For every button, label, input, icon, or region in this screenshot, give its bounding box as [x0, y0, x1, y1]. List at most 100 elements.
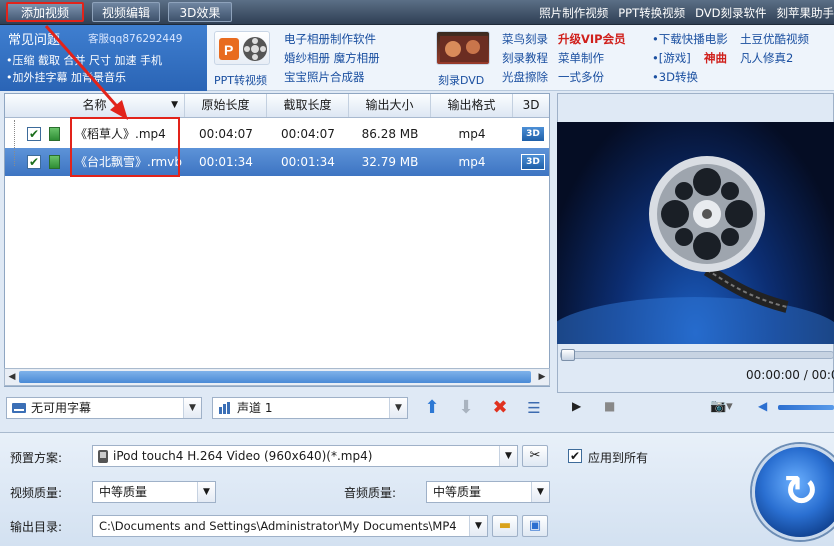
film-reel-icon — [545, 156, 834, 377]
apply-all-checkbox[interactable]: ✔ — [568, 449, 582, 463]
link-photo-video[interactable]: 照片制作视频 — [539, 5, 608, 21]
chevron-down-icon[interactable]: ▼ — [197, 482, 215, 502]
preset-label: 预置方案: — [10, 451, 63, 465]
audio-quality-label: 音频质量: — [344, 486, 397, 500]
chevron-down-icon[interactable]: ▼ — [389, 398, 407, 418]
output-size: 32.79 MB — [361, 155, 419, 169]
open-folder-icon[interactable]: ▣ — [522, 515, 548, 537]
col-cut-length[interactable]: 截取长度 — [267, 94, 349, 117]
video-quality-select[interactable]: 中等质量 ▼ — [92, 481, 216, 503]
link-disc-erase[interactable]: 光盘擦除 — [502, 69, 548, 85]
audio-track-select[interactable]: 声道 1 ▼ — [212, 397, 408, 419]
faq-line-1[interactable]: •压缩 截取 合并 尺寸 加速 手机 — [6, 52, 162, 68]
apply-all-label: 应用到所有 — [588, 451, 649, 465]
audio-bars-icon — [219, 402, 230, 414]
link-qvod-movie[interactable]: •下载快播电影 — [652, 31, 728, 47]
link-easy-burn[interactable]: 菜鸟刻录 — [502, 31, 548, 47]
file-icon — [49, 127, 60, 141]
seek-handle[interactable] — [561, 349, 575, 361]
video-edit-button[interactable]: 视频编辑 — [92, 2, 160, 22]
tree-line — [14, 120, 15, 166]
volume-slider[interactable] — [778, 405, 834, 410]
link-burn-tutorial[interactable]: 刻录教程 — [502, 50, 548, 66]
link-ppt-video[interactable]: PPT转换视频 — [618, 5, 685, 21]
output-size: 86.28 MB — [361, 127, 419, 141]
link-multi-copy[interactable]: 一式多份 — [558, 69, 604, 85]
subtitle-icon — [12, 403, 26, 413]
convert-arrow-icon: ↻ — [783, 466, 819, 515]
3d-badge-icon[interactable]: 3D — [521, 126, 545, 142]
link-shenqu[interactable]: 神曲 — [704, 50, 727, 66]
preset-value: iPod touch4 H.264 Video (960x640)(*.mp4) — [113, 449, 373, 463]
col-orig-length[interactable]: 原始长度 — [185, 94, 267, 117]
top-links: 照片制作视频 PPT转换视频 DVD刻录软件 刻苹果助手 — [529, 0, 834, 25]
output-format: mp4 — [458, 155, 486, 169]
link-tudou-youku[interactable]: 土豆优酷视频 — [740, 31, 809, 47]
link-apple-helper[interactable]: 刻苹果助手 — [777, 5, 834, 21]
audio-quality-select[interactable]: 中等质量 ▼ — [426, 481, 550, 503]
horizontal-scrollbar[interactable]: ◀ ▶ — [4, 368, 550, 386]
link-wedding-album[interactable]: 婚纱相册 魔方相册 — [284, 50, 380, 66]
time-readout: 00:00:00 / 00:0 — [746, 368, 834, 382]
subtitle-select[interactable]: 无可用字幕 ▼ — [6, 397, 202, 419]
link-ebook-album[interactable]: 电子相册制作软件 — [284, 31, 376, 47]
move-up-icon[interactable]: ⬆ — [421, 397, 443, 419]
add-video-button[interactable]: 添加视频 — [6, 2, 84, 22]
link-baby-photo[interactable]: 宝宝照片合成器 — [284, 69, 365, 85]
scroll-left-icon[interactable]: ◀ — [6, 370, 18, 384]
orig-length: 00:04:07 — [199, 127, 253, 141]
stop-icon[interactable]: ■ — [604, 399, 615, 413]
row-checkbox[interactable]: ✔ — [27, 127, 41, 141]
faq-title[interactable]: 常见问题 — [8, 29, 60, 48]
ppt-thumbnail[interactable]: P — [214, 31, 270, 65]
audio-quality-value: 中等质量 — [433, 485, 482, 499]
scroll-right-icon[interactable]: ▶ — [536, 370, 548, 384]
dvd-caption[interactable]: 刻录DVD — [438, 72, 484, 88]
link-upgrade-vip[interactable]: 升级VIP会员 — [558, 31, 626, 47]
col-name[interactable]: 名称 ▼ — [5, 94, 185, 117]
ppt-film-icon: P — [219, 37, 267, 61]
chevron-down-icon[interactable]: ▼ — [531, 482, 549, 502]
3d-effect-button[interactable]: 3D效果 — [168, 2, 232, 22]
camera-icon[interactable]: 📷▾ — [710, 399, 733, 414]
move-down-icon[interactable]: ⬇ — [455, 397, 477, 419]
ipod-icon — [98, 450, 108, 463]
row-checkbox[interactable]: ✔ — [27, 155, 41, 169]
dvd-thumbnail[interactable] — [436, 31, 490, 65]
volume-icon[interactable]: ◀ — [758, 399, 767, 413]
preset-select[interactable]: iPod touch4 H.264 Video (960x640)(*.mp4)… — [92, 445, 518, 467]
output-dir-value: C:\Documents and Settings\Administrator\… — [99, 519, 457, 533]
faq-line-2[interactable]: •加外挂字幕 加背景音乐 — [6, 69, 126, 85]
output-dir-label: 输出目录: — [10, 520, 63, 534]
audio-track-value: 声道 1 — [237, 401, 273, 415]
promo-bar: 常见问题 客服qq876292449 •压缩 截取 合并 尺寸 加速 手机 •加… — [0, 25, 834, 91]
chevron-down-icon[interactable]: ▼ — [499, 446, 517, 466]
top-toolbar: 添加视频 视频编辑 3D效果 照片制作视频 PPT转换视频 DVD刻录软件 刻苹… — [0, 0, 834, 25]
col-output-size[interactable]: 输出大小 — [349, 94, 431, 117]
scroll-thumb[interactable] — [19, 371, 531, 383]
chevron-down-icon[interactable]: ▼ — [469, 516, 487, 536]
output-dir-field[interactable]: C:\Documents and Settings\Administrator\… — [92, 515, 488, 537]
faq-panel: 常见问题 客服qq876292449 •压缩 截取 合并 尺寸 加速 手机 •加… — [0, 25, 207, 91]
seek-slider[interactable] — [560, 349, 834, 361]
chevron-down-icon[interactable]: ▼ — [183, 398, 201, 418]
link-fanren[interactable]: 凡人修真2 — [740, 50, 793, 66]
col-output-format[interactable]: 输出格式 — [431, 94, 513, 117]
link-dvd-burn[interactable]: DVD刻录软件 — [695, 5, 766, 21]
video-preview[interactable] — [545, 122, 834, 377]
link-menu-make[interactable]: 菜单制作 — [558, 50, 604, 66]
play-icon[interactable]: ▶ — [572, 399, 581, 413]
folder-icon[interactable]: ▬ — [492, 515, 518, 537]
preset-settings-icon[interactable]: ✂ — [522, 445, 548, 467]
clear-list-icon[interactable]: ☰ — [523, 397, 545, 419]
link-3d-convert[interactable]: •3D转换 — [652, 69, 698, 85]
dvd-movie-icon — [440, 36, 488, 62]
link-game[interactable]: •[游戏] — [652, 50, 691, 66]
annotation-box — [70, 117, 180, 177]
cut-length: 00:04:07 — [281, 127, 335, 141]
delete-icon[interactable]: ✖ — [489, 397, 511, 419]
support-qq: 客服qq876292449 — [88, 33, 183, 45]
3d-badge-icon[interactable]: 3D — [521, 154, 545, 170]
col-3d[interactable]: 3D — [513, 94, 549, 117]
ppt-caption[interactable]: PPT转视频 — [214, 72, 267, 88]
